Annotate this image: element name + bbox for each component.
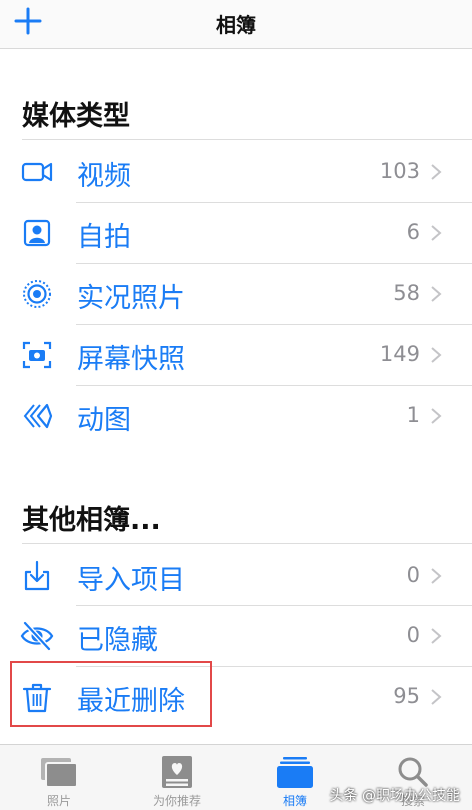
album-row-video[interactable]: 视频 103	[0, 141, 472, 202]
chevron-right-icon	[431, 347, 442, 363]
albums-screen: 相簿 媒体类型 视频 103 自拍 6 实况照片 58 屏幕快照 149 动图 …	[0, 0, 472, 810]
tab-label: 为你推荐	[152, 794, 201, 808]
navigation-bar: 相簿	[0, 0, 472, 49]
tab-for-you[interactable]: 为你推荐	[118, 745, 236, 810]
album-label: 实况照片	[77, 283, 185, 314]
live-photo-icon	[23, 280, 51, 308]
album-row-animated[interactable]: 动图 1	[0, 385, 472, 446]
album-count: 95	[393, 684, 420, 708]
album-label: 屏幕快照	[77, 344, 185, 375]
divider	[22, 139, 472, 140]
chevron-right-icon	[431, 568, 442, 584]
hidden-eye-icon	[20, 621, 54, 651]
album-label: 已隐藏	[77, 625, 158, 656]
for-you-icon	[162, 756, 192, 788]
chevron-right-icon	[431, 628, 442, 644]
screenshot-icon	[22, 341, 52, 369]
import-icon	[24, 560, 50, 591]
section-title-media-types: 媒体类型	[22, 101, 130, 132]
photos-icon	[41, 758, 78, 788]
section-title-other-albums: 其他相簿...	[22, 505, 161, 536]
portrait-icon	[23, 219, 51, 247]
album-row-hidden[interactable]: 已隐藏 0	[0, 605, 472, 666]
album-count: 0	[406, 563, 420, 587]
divider	[22, 543, 472, 544]
watermark-text: 头条 @职场办公技能	[329, 788, 460, 804]
album-row-selfie[interactable]: 自拍 6	[0, 202, 472, 263]
album-row-imports[interactable]: 导入项目 0	[0, 545, 472, 606]
album-row-screenshots[interactable]: 屏幕快照 149	[0, 324, 472, 385]
search-icon	[398, 757, 428, 787]
tab-photos[interactable]: 照片	[0, 745, 118, 810]
album-row-live-photos[interactable]: 实况照片 58	[0, 263, 472, 324]
album-label: 动图	[77, 405, 131, 436]
chevron-right-icon	[431, 225, 442, 241]
album-count: 0	[406, 623, 420, 647]
chevron-right-icon	[431, 286, 442, 302]
highlight-annotation-box	[10, 661, 212, 727]
page-title: 相簿	[216, 13, 256, 37]
album-label: 自拍	[77, 222, 131, 253]
animated-icon	[23, 403, 53, 429]
album-label: 视频	[77, 161, 131, 192]
album-label: 导入项目	[77, 565, 185, 596]
album-count: 103	[379, 159, 420, 183]
chevron-right-icon	[431, 164, 442, 180]
video-camera-icon	[21, 162, 53, 182]
albums-icon	[277, 757, 313, 788]
album-count: 58	[393, 281, 420, 305]
album-count: 149	[379, 342, 420, 366]
tab-label: 照片	[46, 794, 71, 808]
chevron-right-icon	[431, 689, 442, 705]
chevron-right-icon	[431, 408, 442, 424]
album-count: 1	[406, 403, 420, 427]
album-count: 6	[406, 220, 420, 244]
